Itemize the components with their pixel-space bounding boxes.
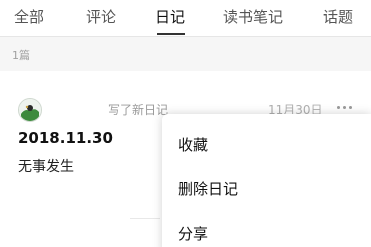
entry-action: 写了新日记 — [108, 103, 169, 117]
entry-count: 1篇 — [12, 49, 30, 62]
active-tab-indicator — [157, 33, 185, 35]
entry-body[interactable]: 无事发生 — [18, 156, 74, 176]
avatar[interactable] — [18, 98, 42, 122]
more-options-icon[interactable] — [337, 104, 355, 112]
tab-diary[interactable]: 日记 — [155, 6, 185, 27]
avatar-image — [19, 99, 41, 121]
tab-topics[interactable]: 话题 — [323, 6, 353, 27]
screen: 全部 评论 日记 读书笔记 话题 1篇 写了新日记 11月30日 2018.11… — [0, 0, 371, 247]
tab-comments[interactable]: 评论 — [86, 6, 116, 27]
count-strip: 1篇 — [0, 37, 371, 71]
entry-title[interactable]: 2018.11.30 — [18, 129, 113, 147]
menu-item-favorite[interactable]: 收藏 — [178, 134, 208, 155]
tab-reading-notes[interactable]: 读书笔记 — [223, 6, 283, 27]
tab-bar: 全部 评论 日记 读书笔记 话题 — [0, 0, 371, 37]
menu-item-share[interactable]: 分享 — [178, 223, 208, 244]
divider — [130, 218, 160, 219]
entry-options-menu: 收藏 删除日记 分享 — [162, 114, 371, 247]
menu-item-delete-diary[interactable]: 删除日记 — [178, 178, 238, 199]
tab-all[interactable]: 全部 — [14, 6, 44, 27]
